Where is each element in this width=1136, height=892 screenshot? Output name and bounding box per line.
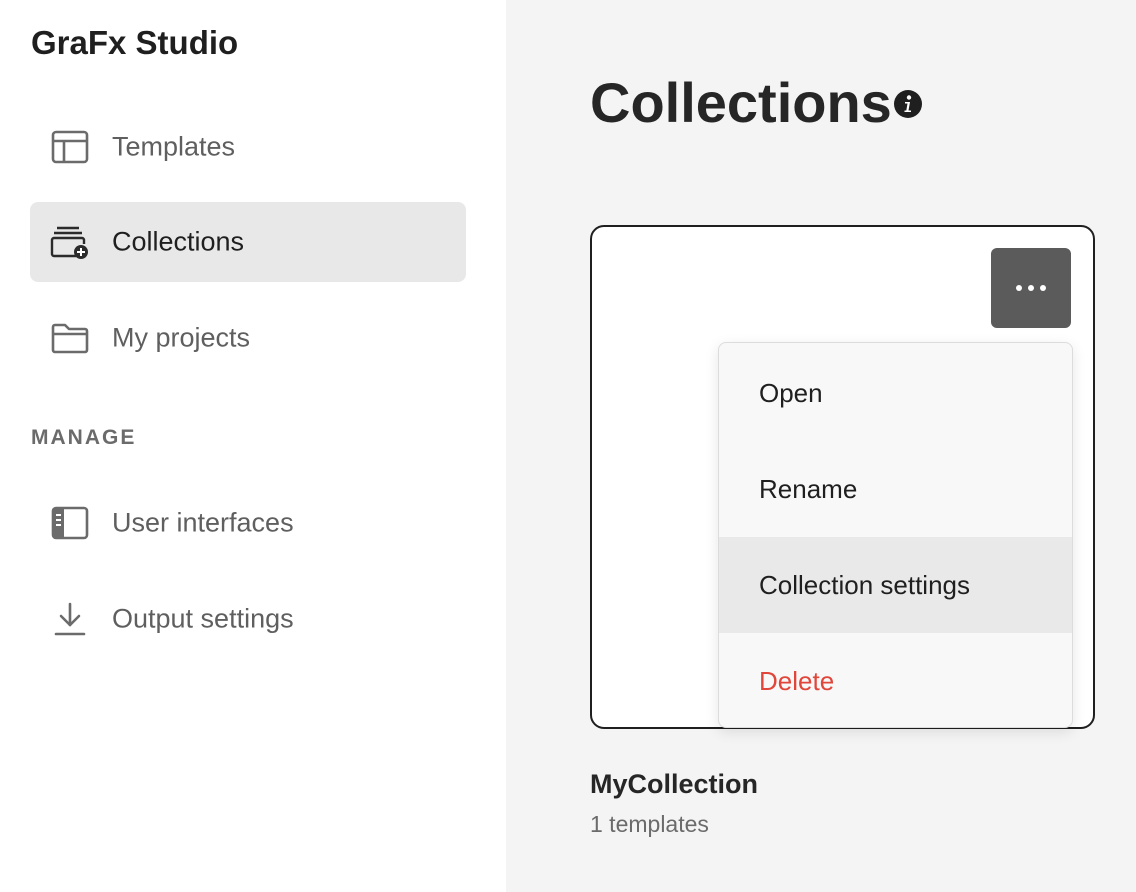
layout-icon <box>50 127 90 167</box>
sidebar-item-label: Templates <box>112 131 236 162</box>
context-menu: Open Rename Collection settings Delete <box>718 342 1073 728</box>
collection-add-icon <box>50 222 90 262</box>
sidebar-item-collections[interactable]: Collections <box>30 202 466 282</box>
download-icon <box>50 599 90 639</box>
main-content: Collections Open Rename Collection setti… <box>506 0 1136 892</box>
menu-item-collection-settings[interactable]: Collection settings <box>719 537 1072 633</box>
sidebar-item-my-projects[interactable]: My projects <box>30 298 466 378</box>
sidebar: GraFx Studio Templates Collections My pr… <box>0 0 506 892</box>
collection-template-count: 1 templates <box>590 811 709 837</box>
collection-name[interactable]: MyCollection <box>590 769 758 800</box>
info-icon[interactable] <box>893 89 923 119</box>
user-interface-icon <box>50 503 90 543</box>
sidebar-item-user-interfaces[interactable]: User interfaces <box>30 483 466 563</box>
app-title: GraFx Studio <box>31 24 239 61</box>
page-title: Collections <box>590 71 892 134</box>
sidebar-item-label: Collections <box>112 226 245 257</box>
sidebar-item-label: User interfaces <box>112 507 294 538</box>
sidebar-item-label: Output settings <box>112 603 294 634</box>
sidebar-item-templates[interactable]: Templates <box>30 107 466 187</box>
manage-section-label: MANAGE <box>31 426 137 449</box>
more-horizontal-icon <box>1015 279 1047 297</box>
app-root: GraFx Studio Templates Collections My pr… <box>0 0 1136 892</box>
menu-item-open[interactable]: Open <box>719 345 1072 441</box>
menu-item-rename[interactable]: Rename <box>719 441 1072 537</box>
folder-icon <box>50 318 90 358</box>
more-options-button[interactable] <box>991 248 1071 328</box>
sidebar-item-output-settings[interactable]: Output settings <box>30 579 466 659</box>
menu-item-delete[interactable]: Delete <box>719 633 1072 727</box>
sidebar-item-label: My projects <box>112 322 251 353</box>
